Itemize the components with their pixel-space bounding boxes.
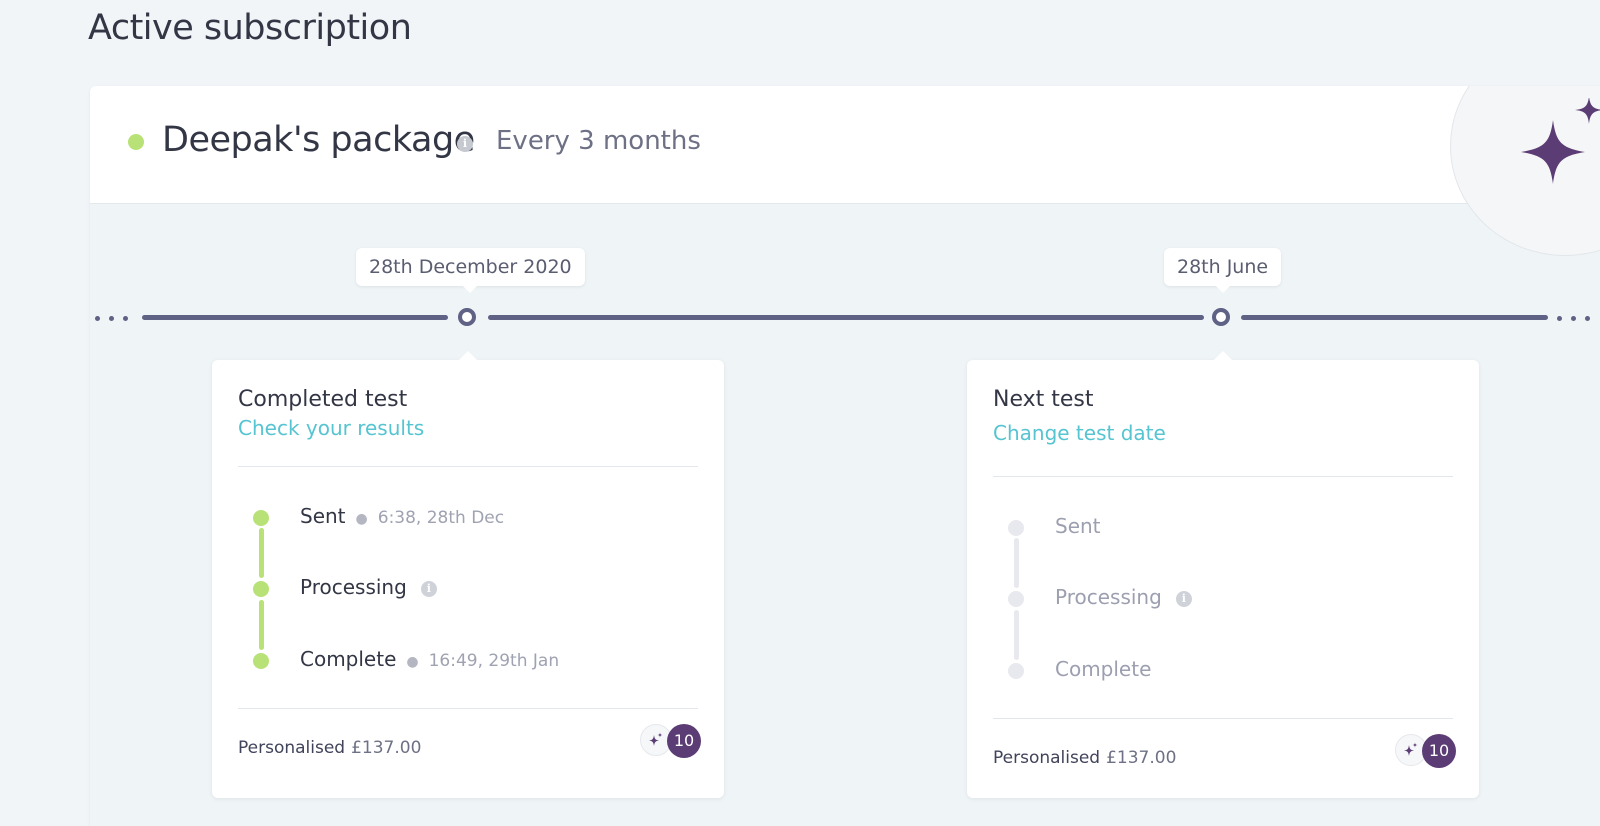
step-dot-complete <box>1008 663 1024 679</box>
timeline-line <box>142 315 448 320</box>
completed-test-card: Completed test Check your results Sent ● 6… <box>212 351 724 798</box>
next-test-card: Next test Change test date Sent Processi… <box>967 351 1479 798</box>
package-name: Deepak's package <box>162 120 475 160</box>
timeline-node-1[interactable] <box>458 308 476 326</box>
step-processing: Processing i <box>300 575 437 599</box>
check-results-link[interactable]: Check your results <box>238 416 424 440</box>
separator-dot: ● <box>406 654 419 670</box>
price-row: Personalised £137.00 10 <box>993 734 1457 768</box>
step-connector <box>259 528 264 578</box>
step-complete: Complete ● 16:49, 29th Jan <box>300 647 559 671</box>
card-title: Completed test <box>238 387 408 412</box>
step-label: Processing <box>300 575 407 599</box>
status-dot <box>128 134 144 150</box>
token-count: 10 <box>1422 734 1456 768</box>
info-icon[interactable]: i <box>457 136 473 152</box>
step-time: 16:49, 29th Jan <box>428 651 560 671</box>
step-connector <box>259 600 264 650</box>
step-dot-complete <box>253 653 269 669</box>
step-dot-processing <box>1008 591 1024 607</box>
plan-name: Personalised <box>993 748 1101 768</box>
divider <box>993 718 1453 719</box>
step-dot-sent <box>1008 520 1024 536</box>
price-row: Personalised £137.00 10 <box>238 724 702 758</box>
timeline-date-1: 28th December 2020 <box>356 248 585 293</box>
timeline-start-dots <box>95 316 128 321</box>
plan-price: £137.00 <box>351 738 422 758</box>
timeline-line <box>488 315 1204 320</box>
step-time: 6:38, 28th Dec <box>377 508 505 528</box>
step-complete: Complete <box>1055 657 1151 681</box>
timeline-end-dots <box>1557 316 1590 321</box>
sparkle-icon <box>1521 98 1600 184</box>
timeline-date-2: 28th June <box>1164 248 1282 293</box>
token-badge: 10 <box>1395 734 1457 768</box>
timeline-line <box>1241 315 1548 320</box>
step-sent: Sent ● 6:38, 28th Dec <box>300 504 504 528</box>
divider <box>993 476 1453 477</box>
package-frequency: Every 3 months <box>496 126 701 156</box>
plan-name: Personalised <box>238 738 346 758</box>
divider <box>238 466 698 467</box>
plan-price: £137.00 <box>1106 748 1177 768</box>
step-sent: Sent <box>1055 514 1101 538</box>
step-dot-sent <box>253 510 269 526</box>
token-count: 10 <box>667 724 701 758</box>
step-label: Sent <box>300 504 346 528</box>
change-test-date-link[interactable]: Change test date <box>993 421 1166 445</box>
step-label: Processing <box>1055 585 1162 609</box>
step-label: Complete <box>300 647 397 671</box>
step-label: Complete <box>1055 657 1152 681</box>
divider <box>238 708 698 709</box>
info-icon[interactable]: i <box>420 581 437 597</box>
step-connector <box>1014 610 1019 660</box>
step-processing: Processing i <box>1055 585 1192 609</box>
token-badge: 10 <box>640 724 702 758</box>
step-connector <box>1014 538 1019 588</box>
page-title: Active subscription <box>88 8 412 48</box>
info-icon[interactable]: i <box>1175 591 1192 607</box>
separator-dot: ● <box>355 511 368 527</box>
package-header: Deepak's package i Every 3 months <box>90 86 1600 256</box>
timeline-node-2[interactable] <box>1212 308 1230 326</box>
step-label: Sent <box>1055 514 1101 538</box>
step-dot-processing <box>253 581 269 597</box>
card-title: Next test <box>993 387 1094 412</box>
